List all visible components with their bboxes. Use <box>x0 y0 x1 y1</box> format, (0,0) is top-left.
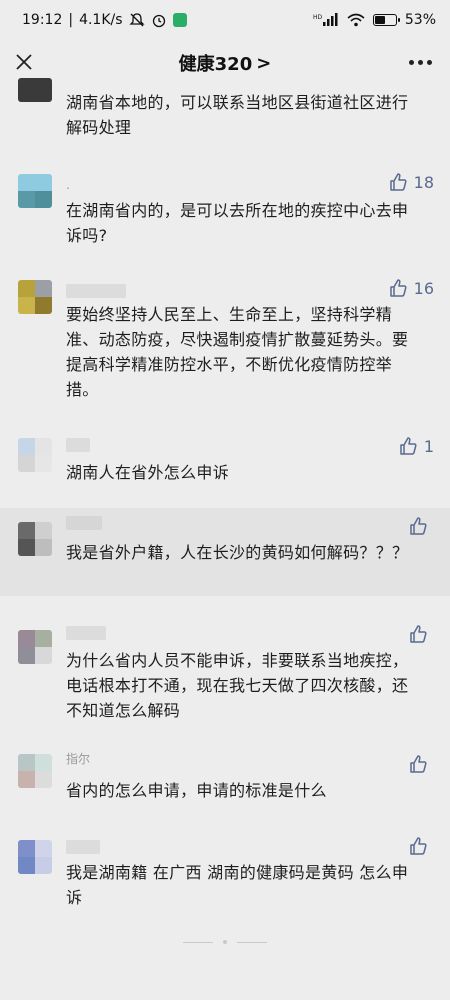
battery-icon <box>372 14 400 26</box>
comment-item: 16 要始终坚持人民至上、生命至上，坚持科学精准、动态防疫，尽快遏制疫情扩散蔓延… <box>0 268 450 418</box>
comment-text: 在湖南省内的，是可以去所在地的疾控中心去申诉吗? <box>66 201 409 245</box>
avatar[interactable] <box>18 280 52 314</box>
comment-nickname <box>66 284 126 298</box>
comment-text: 我是湖南籍 在广西 湖南的健康码是黄码 怎么申诉 <box>66 863 409 907</box>
comment-text: 湖南人在省外怎么申诉 <box>66 463 230 482</box>
thumbs-up-icon <box>410 517 427 535</box>
like-button[interactable] <box>408 516 434 536</box>
like-button[interactable] <box>408 754 434 774</box>
divider <box>183 941 213 943</box>
alarm-icon <box>151 12 167 28</box>
divider <box>237 941 267 943</box>
like-button[interactable]: 1 <box>398 436 434 456</box>
comment-text: 要始终坚持人民至上、生命至上，坚持科学精准、动态防疫，尽快遏制疫情扩散蔓延势头。… <box>66 305 409 399</box>
more-dot-icon <box>427 59 432 65</box>
hd-signal-icon: HD <box>313 13 339 27</box>
comment-nickname <box>66 516 102 530</box>
like-count: 1 <box>423 436 434 456</box>
comment-item: 1 湖南人在省外怎么申诉 <box>0 428 450 508</box>
page-title: 健康320 <box>178 54 253 75</box>
comment-nickname: 指尔 <box>66 752 91 766</box>
avatar[interactable] <box>18 174 52 208</box>
comment-item: 指尔 省内的怎么申请，申请的标准是什么 <box>0 742 450 818</box>
status-bar: 19:12 | 4.1K/s HD 53% <box>22 12 436 28</box>
thumbs-up-icon <box>389 173 407 191</box>
more-dot-icon <box>409 59 414 65</box>
comment-item: 我是省外户籍，人在长沙的黄码如何解码？？？ <box>0 508 450 596</box>
like-count: 16 <box>413 278 434 298</box>
thumbs-up-icon <box>389 279 407 297</box>
comment-item: . 18 在湖南省内的，是可以去所在地的疾控中心去申诉吗? <box>0 160 450 260</box>
close-button[interactable] <box>12 50 36 74</box>
thumbs-up-icon <box>410 837 427 855</box>
comment-item: 我是湖南籍 在广西 湖南的健康码是黄码 怎么申诉 <box>0 826 450 926</box>
comment-nickname <box>66 840 100 854</box>
list-end-marker <box>0 940 450 944</box>
comment-nickname <box>66 438 90 452</box>
like-count: 18 <box>413 172 434 192</box>
svg-text:HD: HD <box>313 14 323 21</box>
comment-item: 湖南省本地的，可以联系当地区县街道社区进行解码处理 <box>0 78 450 152</box>
like-button[interactable]: 16 <box>388 278 434 298</box>
avatar[interactable] <box>18 754 52 788</box>
status-time: 19:12 <box>22 12 63 28</box>
more-button[interactable] <box>409 52 432 72</box>
comment-text: 湖南省本地的，可以联系当地区县街道社区进行解码处理 <box>66 93 409 137</box>
more-dot-icon <box>418 59 423 65</box>
comment-nickname: . <box>66 178 70 192</box>
avatar[interactable] <box>18 840 52 874</box>
avatar[interactable] <box>18 630 52 664</box>
like-button[interactable] <box>408 836 434 856</box>
comment-text: 我是省外户籍，人在长沙的黄码如何解码？？？ <box>66 543 409 562</box>
wechat-badge-icon <box>172 13 187 27</box>
avatar[interactable] <box>18 78 52 102</box>
comment-text: 为什么省内人员不能申诉，非要联系当地疾控，电话根本打不通，现在我七天做了四次核酸… <box>66 651 409 720</box>
like-button[interactable]: 18 <box>388 172 434 192</box>
network-speed: 4.1K/s <box>79 12 123 28</box>
avatar[interactable] <box>18 438 52 472</box>
mute-icon <box>128 12 145 28</box>
comment-text: 省内的怎么申请，申请的标准是什么 <box>66 781 327 800</box>
comment-item: 为什么省内人员不能申诉，非要联系当地疾控，电话根本打不通，现在我七天做了四次核酸… <box>0 612 450 732</box>
avatar[interactable] <box>18 522 52 556</box>
divider-dot <box>223 940 227 944</box>
wifi-icon <box>347 13 365 27</box>
close-icon <box>16 54 32 70</box>
like-button[interactable] <box>408 624 434 644</box>
thumbs-up-icon <box>400 437 417 455</box>
thumbs-up-icon <box>410 625 427 643</box>
thumbs-up-icon <box>410 755 427 773</box>
battery-percent: 53% <box>404 12 436 28</box>
nav-header: 健康320 > <box>0 40 450 86</box>
comment-nickname <box>66 626 106 640</box>
page-title-link[interactable]: 健康320 > <box>179 50 272 76</box>
chevron-right-icon: > <box>256 52 272 74</box>
